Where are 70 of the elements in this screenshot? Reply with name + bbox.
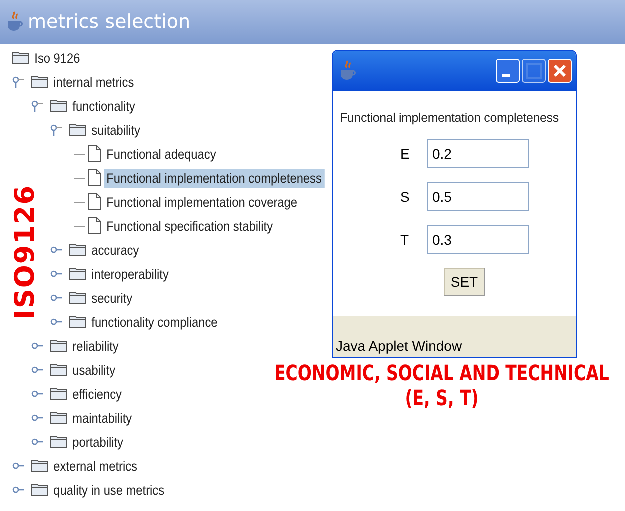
- tree-node-label[interactable]: portability: [70, 432, 126, 452]
- expand-handle-icon[interactable]: [31, 340, 43, 352]
- field-label: T: [400, 232, 410, 248]
- folder-icon: [50, 411, 68, 425]
- tree-node-label[interactable]: functionality: [70, 96, 138, 116]
- document-icon: [88, 217, 102, 235]
- folder-icon: [69, 315, 87, 329]
- vertical-caption: ISO9126: [10, 185, 41, 320]
- field-label: E: [400, 146, 411, 162]
- maximize-button[interactable]: [522, 59, 546, 83]
- tree-node-label[interactable]: Iso 9126: [32, 48, 83, 68]
- tree-node-label[interactable]: quality in use metrics: [51, 480, 168, 500]
- folder-icon: [50, 99, 68, 113]
- tree-node-label[interactable]: Functional specification stability: [104, 216, 276, 236]
- field-label: S: [400, 188, 411, 204]
- tree-node-label[interactable]: internal metrics: [51, 72, 137, 92]
- folder-icon: [50, 387, 68, 401]
- folder-icon: [69, 267, 87, 281]
- expand-handle-icon[interactable]: [50, 268, 62, 280]
- tree-node-label[interactable]: external metrics: [51, 456, 140, 476]
- folder-icon: [12, 51, 30, 65]
- expand-handle-icon[interactable]: [50, 292, 62, 304]
- expand-handle-icon[interactable]: [31, 436, 43, 448]
- input-field[interactable]: 0.3: [426, 225, 528, 254]
- caption-text: (E, S, T): [405, 386, 479, 411]
- coffee-cup-icon: [339, 60, 357, 82]
- document-icon: [88, 169, 102, 187]
- tree-node-label[interactable]: maintability: [70, 408, 135, 428]
- document-icon: [88, 145, 102, 163]
- input-field[interactable]: 0.5: [426, 182, 528, 211]
- caption-text: ECONOMIC, SOCIAL AND TECHNICAL: [274, 361, 610, 386]
- collapse-handle-icon[interactable]: [31, 100, 43, 112]
- folder-icon: [69, 243, 87, 257]
- status-bar: Java Applet Window: [333, 316, 576, 357]
- tree-node-label[interactable]: Functional implementation coverage: [104, 192, 300, 212]
- coffee-cup-icon: [6, 11, 24, 33]
- minimize-button[interactable]: [496, 59, 520, 83]
- tree-node-label[interactable]: suitability: [89, 120, 144, 140]
- input-field[interactable]: 0.2: [426, 139, 528, 168]
- tree-node-label[interactable]: efficiency: [70, 384, 125, 404]
- metric-heading: Functional implementation completeness: [340, 111, 559, 125]
- collapse-handle-icon[interactable]: [12, 76, 24, 88]
- expand-handle-icon[interactable]: [12, 484, 24, 496]
- tree-node-label[interactable]: functionality compliance: [89, 312, 220, 332]
- folder-icon: [69, 123, 87, 137]
- folder-icon: [50, 339, 68, 353]
- folder-icon: [31, 459, 49, 473]
- expand-handle-icon[interactable]: [31, 388, 43, 400]
- folder-icon: [50, 363, 68, 377]
- tree-node-label[interactable]: Functional adequacy: [104, 144, 219, 164]
- expand-handle-icon[interactable]: [31, 364, 43, 376]
- tree-node-label[interactable]: security: [89, 288, 136, 308]
- folder-icon: [50, 435, 68, 449]
- window-title: metrics selection: [28, 11, 191, 33]
- expand-handle-icon[interactable]: [50, 316, 62, 328]
- tree-node-label[interactable]: accuracy: [89, 240, 142, 260]
- collapse-handle-icon[interactable]: [50, 124, 62, 136]
- expand-handle-icon[interactable]: [50, 244, 62, 256]
- folder-icon: [31, 483, 49, 497]
- close-button[interactable]: [548, 59, 572, 83]
- folder-icon: [31, 75, 49, 89]
- document-icon: [88, 193, 102, 211]
- set-button[interactable]: SET: [444, 268, 486, 296]
- expand-handle-icon[interactable]: [31, 412, 43, 424]
- tree-node-label[interactable]: interoperability: [89, 264, 172, 284]
- folder-icon: [69, 291, 87, 305]
- tree-node-label[interactable]: usability: [70, 360, 118, 380]
- tree-node-label[interactable]: Functional implementation completeness: [104, 168, 325, 188]
- tree-node-label[interactable]: reliability: [70, 336, 122, 356]
- expand-handle-icon[interactable]: [12, 460, 24, 472]
